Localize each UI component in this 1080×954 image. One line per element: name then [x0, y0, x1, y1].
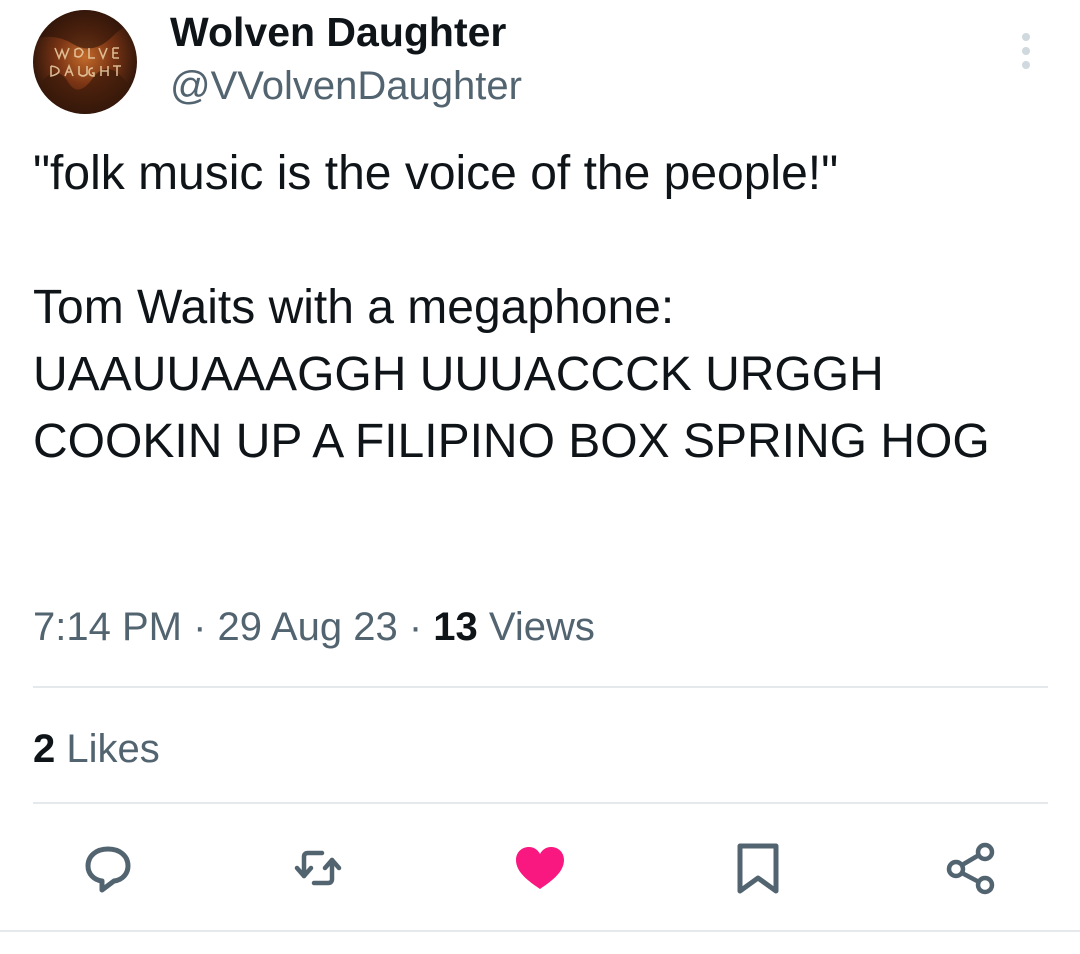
divider	[0, 930, 1080, 932]
likes-summary[interactable]: 2 Likes	[33, 725, 160, 773]
bookmark-icon	[737, 843, 779, 894]
reply-icon	[85, 846, 131, 893]
divider	[33, 802, 1048, 804]
display-name[interactable]: Wolven Daughter	[170, 8, 506, 56]
divider	[33, 686, 1048, 688]
tweet-text: "folk music is the voice of the people!"…	[33, 147, 990, 468]
retweet-button[interactable]	[290, 840, 346, 896]
views-label: Views	[477, 605, 595, 649]
retweet-icon	[294, 850, 342, 886]
share-button[interactable]	[942, 840, 998, 896]
band-logo-avatar	[33, 10, 137, 114]
meta-separator: ·	[397, 605, 434, 649]
bookmark-button[interactable]	[730, 840, 786, 896]
reply-button[interactable]	[80, 840, 136, 896]
heart-icon	[516, 847, 564, 889]
meta-separator: ·	[181, 605, 218, 649]
tweet-time[interactable]: 7:14 PM	[33, 605, 182, 649]
more-vertical-icon	[1022, 33, 1030, 69]
avatar[interactable]	[33, 10, 137, 114]
user-handle[interactable]: @VVolvenDaughter	[170, 62, 522, 110]
views-count: 13	[433, 605, 478, 649]
likes-label: Likes	[55, 727, 160, 771]
share-icon	[946, 842, 995, 895]
likes-count: 2	[33, 727, 56, 771]
tweet-date[interactable]: 29 Aug 23	[218, 605, 398, 649]
more-options-button[interactable]	[1010, 30, 1042, 72]
like-button[interactable]	[512, 840, 568, 896]
tweet-meta: 7:14 PM · 29 Aug 23 · 13 Views	[33, 603, 595, 651]
